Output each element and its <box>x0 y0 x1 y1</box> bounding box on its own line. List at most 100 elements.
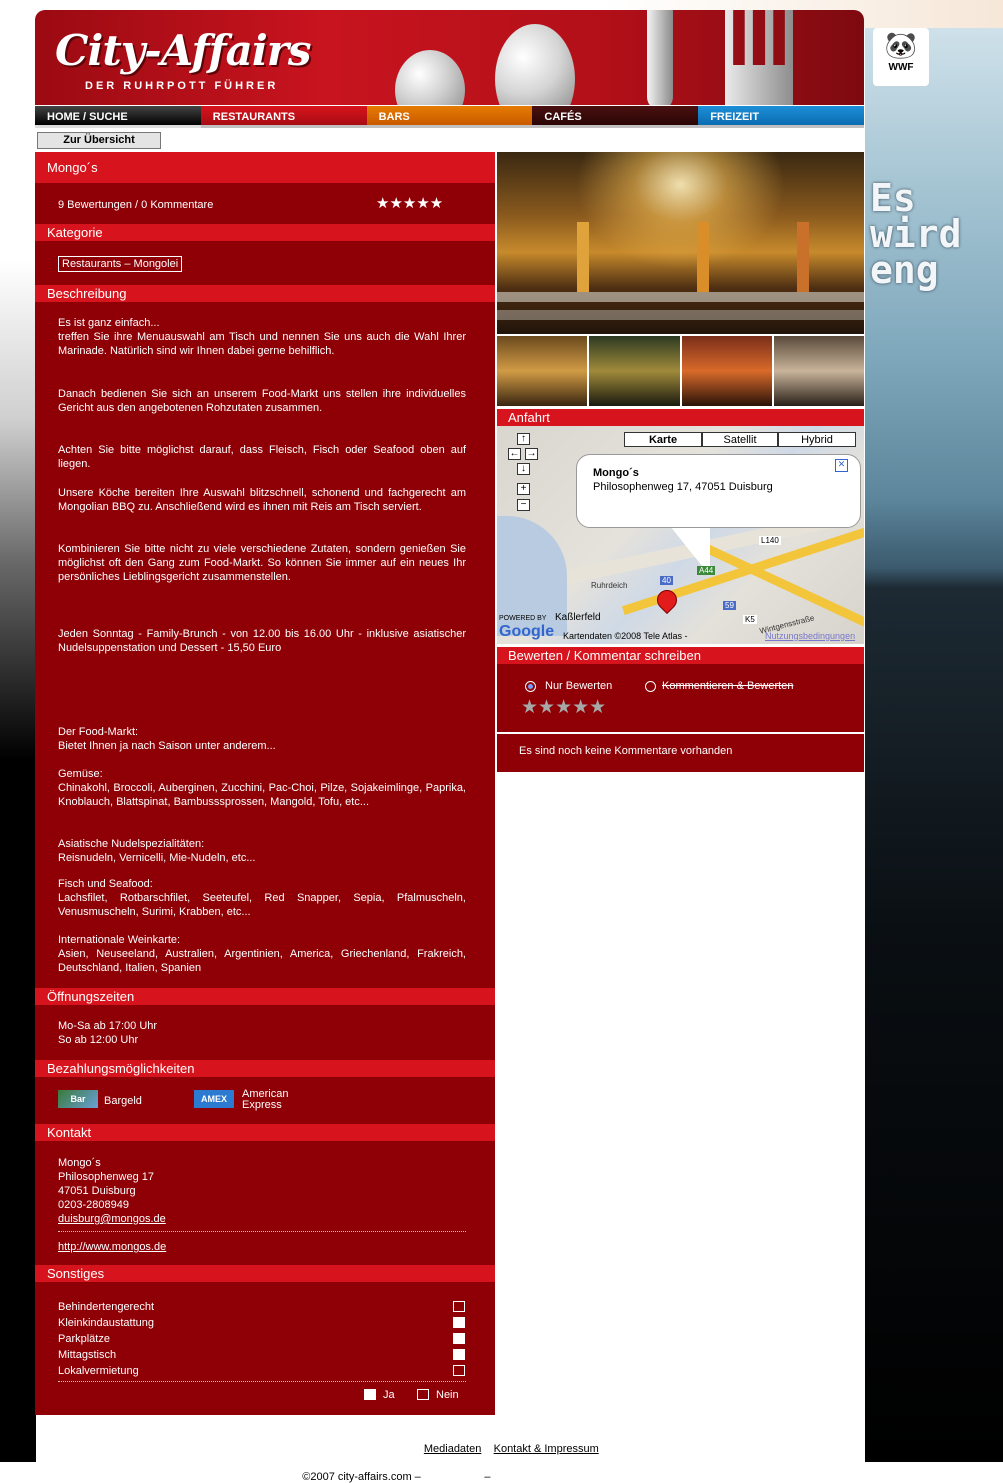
map-view[interactable]: Karte Satellit Hybrid ↑ ← → ↓ + − Mongo´… <box>497 426 864 644</box>
photo-detail <box>697 222 709 292</box>
map-label: Ruhrdeich <box>591 581 628 590</box>
photo-detail <box>797 222 809 292</box>
misc-feature-label: Behindertengerecht <box>58 1301 155 1313</box>
misc-feature-checkbox <box>453 1333 465 1344</box>
footer-copyright: ©2007 city-affairs.com – <box>302 1471 421 1483</box>
description-paragraph: Asiatische Nudelspezialitäten: Reisnudel… <box>58 838 256 864</box>
map-type-hybrid[interactable]: Hybrid <box>778 432 856 447</box>
description-paragraph: Jeden Sonntag - Family-Brunch - von 12.0… <box>58 628 466 654</box>
back-to-overview-button[interactable]: Zur Übersicht <box>37 132 161 149</box>
main-navigation: HOME / SUCHE RESTAURANTS BARS CAFÉS FREI… <box>35 106 864 128</box>
rating-form: Nur Bewerten Kommentieren & Bewerten ★★★… <box>497 664 864 732</box>
radio-nur-bewerten[interactable] <box>525 681 536 692</box>
legend-yes-label: Ja <box>383 1389 395 1401</box>
ratings-summary: 9 Bewertungen / 0 Kommentare <box>58 199 214 211</box>
misc-feature-checkbox <box>453 1365 465 1376</box>
photo-thumbnails <box>497 336 864 406</box>
map-type-satellit[interactable]: Satellit <box>702 432 778 447</box>
map-type-karte[interactable]: Karte <box>624 432 702 447</box>
contact-name: Mongo´s <box>58 1157 101 1169</box>
contact-street: Philosophenweg 17 <box>58 1171 155 1183</box>
map-pan-up-icon[interactable]: ↑ <box>517 433 530 445</box>
map-label: 40 <box>660 576 673 585</box>
divider <box>58 1381 466 1382</box>
photo-thumbnail[interactable] <box>773 336 864 406</box>
nav-freizeit[interactable]: FREIZEIT <box>698 106 864 128</box>
description-paragraph: Kombinieren Sie bitte nicht zu viele ver… <box>58 543 466 583</box>
radio-kommentieren-bewerten[interactable] <box>645 681 656 692</box>
restaurant-main-photo[interactable] <box>497 152 864 334</box>
photo-detail <box>497 292 864 302</box>
page-left-background <box>0 0 36 1462</box>
site-header: City-Affairs DER RUHRPOTT FÜHRER <box>35 10 864 105</box>
radio-nur-bewerten-label: Nur Bewerten <box>545 680 613 692</box>
comments-panel: Es sind noch keine Kommentare vorhanden <box>497 734 864 772</box>
map-popup: Mongo´s Philosophenweg 17, 47051 Duisbur… <box>576 454 861 528</box>
section-anfahrt: Anfahrt <box>497 409 864 426</box>
section-kategorie: Kategorie <box>35 224 495 241</box>
nav-cafes[interactable]: CAFÉS <box>532 106 699 128</box>
map-copyright: Kartendaten ©2008 Tele Atlas - <box>563 631 688 641</box>
misc-feature-checkbox <box>453 1301 465 1312</box>
payment-amex-label: American Express <box>242 1088 289 1111</box>
map-zoom-out-icon[interactable]: − <box>517 499 530 511</box>
legend-no-label: Nein <box>436 1389 459 1401</box>
fork-image <box>725 10 793 105</box>
footer-kontakt-link[interactable]: Kontakt & Impressum <box>494 1443 599 1455</box>
photo-detail <box>497 310 864 320</box>
payment-cash-label: Bargeld <box>104 1095 142 1107</box>
site-tagline: DER RUHRPOTT FÜHRER <box>85 80 279 92</box>
map-pan-down-icon[interactable]: ↓ <box>517 463 530 475</box>
section-oeffnungszeiten: Öffnungszeiten <box>35 988 495 1005</box>
nav-restaurants[interactable]: RESTAURANTS <box>200 106 367 128</box>
description-paragraph: Danach bedienen Sie sich an unserem Food… <box>58 388 466 414</box>
nav-home-search[interactable]: HOME / SUCHE <box>35 106 201 128</box>
footer-mediadaten-link[interactable]: Mediadaten <box>424 1443 482 1455</box>
category-link[interactable]: Restaurants – Mongolei <box>58 256 183 272</box>
map-label: K5 <box>743 615 757 624</box>
photo-thumbnail[interactable] <box>497 336 588 406</box>
cash-icon: Bar <box>58 1090 98 1108</box>
wwf-logo[interactable]: 🐼 WWF <box>873 28 929 86</box>
map-popup-address: Philosophenweg 17, 47051 Duisburg <box>593 481 773 493</box>
contact-city: 47051 Duisburg <box>58 1185 136 1197</box>
description-paragraph: Achten Sie bitte möglichst darauf, dass … <box>58 444 466 470</box>
map-label: Kaßlerfeld <box>555 612 601 623</box>
section-sonstiges: Sonstiges <box>35 1265 495 1282</box>
rating-stars: ★★★★★ <box>376 195 444 212</box>
description-paragraph: Gemüse: Chinakohl, Broccoli, Auberginen,… <box>58 768 466 808</box>
map-label: L140 <box>759 536 781 545</box>
map-label: 59 <box>723 601 736 610</box>
knife-image <box>647 10 673 105</box>
description-paragraph: Internationale Weinkarte: Asien, Neuseel… <box>58 934 466 974</box>
contact-phone: 0203-2808949 <box>58 1199 129 1211</box>
photo-thumbnail[interactable] <box>681 336 772 406</box>
no-comments-text: Es sind noch keine Kommentare vorhanden <box>519 745 733 757</box>
site-logo[interactable]: City-Affairs <box>55 26 312 75</box>
nav-bars[interactable]: BARS <box>366 106 533 128</box>
map-pan-left-icon[interactable]: ← <box>508 448 521 460</box>
map-popup-close-icon[interactable]: ✕ <box>835 459 848 472</box>
rating-input-stars[interactable]: ★★★★★ <box>521 696 606 719</box>
google-logo[interactable]: Google <box>499 623 554 641</box>
panda-icon: 🐼 <box>884 30 918 60</box>
map-label: A44 <box>697 566 716 575</box>
section-beschreibung: Beschreibung <box>35 285 495 302</box>
map-popup-title: Mongo´s <box>593 467 639 479</box>
misc-feature-checkbox <box>453 1349 465 1360</box>
opening-hours-line: Mo-Sa ab 17:00 Uhr <box>58 1020 158 1032</box>
map-zoom-in-icon[interactable]: + <box>517 483 530 495</box>
misc-feature-label: Lokalvermietung <box>58 1365 139 1377</box>
misc-feature-label: Parkplätze <box>58 1333 110 1345</box>
wwf-logo-text: WWF <box>888 62 914 73</box>
section-bewerten: Bewerten / Kommentar schreiben <box>497 647 864 664</box>
map-terms-link[interactable]: Nutzungsbedingungen <box>765 631 855 641</box>
spoon-image <box>395 50 465 105</box>
misc-feature-checkbox <box>453 1317 465 1328</box>
map-pan-right-icon[interactable]: → <box>525 448 538 460</box>
photo-thumbnail[interactable] <box>589 336 680 406</box>
contact-email-link[interactable]: duisburg@mongos.de <box>58 1212 166 1226</box>
contact-website-link[interactable]: http://www.mongos.de <box>58 1240 166 1254</box>
description-paragraph: Der Food-Markt: Bietet Ihnen ja nach Sai… <box>58 726 276 752</box>
section-kontakt: Kontakt <box>35 1124 495 1141</box>
